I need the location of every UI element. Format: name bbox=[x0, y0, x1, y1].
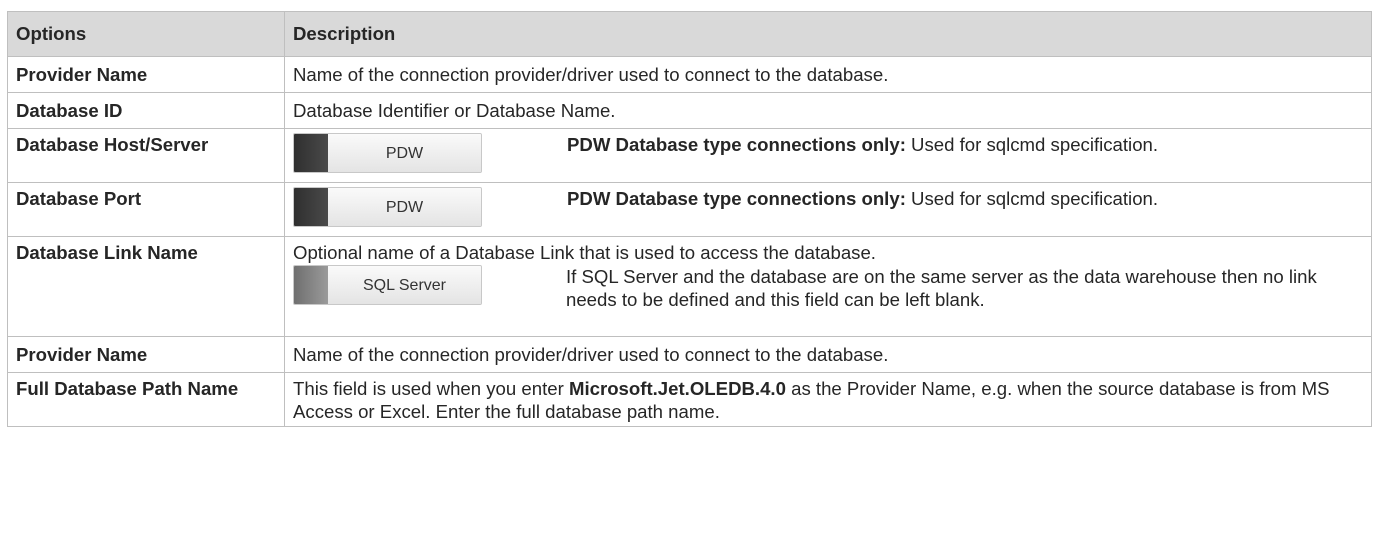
description-text: Used for sqlcmd specification. bbox=[905, 188, 1159, 209]
option-description: Name of the connection provider/driver u… bbox=[284, 336, 1372, 373]
pdw-badge: PDW bbox=[293, 133, 482, 173]
badge-label: SQL Server bbox=[328, 266, 481, 304]
description-text: Used for sqlcmd specification. bbox=[905, 134, 1159, 155]
badge-label: PDW bbox=[328, 134, 481, 172]
badge-bar-icon bbox=[294, 266, 328, 304]
option-name: Database Port bbox=[7, 182, 285, 237]
table-row: Provider Name Name of the connection pro… bbox=[7, 56, 1372, 93]
bold-lead: PDW Database type connections only: bbox=[567, 134, 906, 155]
table-header-row: Options Description bbox=[7, 11, 1372, 57]
option-description: PDW Database type connections only: Used… bbox=[567, 187, 1158, 210]
sql-server-badge: SQL Server bbox=[293, 265, 482, 305]
option-description: This field is used when you enter Micros… bbox=[284, 372, 1372, 427]
option-name: Database Link Name bbox=[7, 236, 285, 337]
table-row: Database Host/Server PDW PDW Database ty… bbox=[7, 128, 1372, 183]
options-table: Options Description Provider Name Name o… bbox=[7, 11, 1372, 427]
option-description: PDW Database type connections only: Used… bbox=[567, 133, 1158, 156]
option-description: Database Identifier or Database Name. bbox=[284, 92, 1372, 129]
header-description: Description bbox=[284, 11, 1372, 57]
description-text: This field is used when you enter bbox=[293, 378, 569, 399]
badge-bar-icon bbox=[294, 134, 328, 172]
table-row: Database ID Database Identifier or Datab… bbox=[7, 92, 1372, 129]
intro-text: Optional name of a Database Link that is… bbox=[293, 242, 876, 263]
option-name: Full Database Path Name bbox=[7, 372, 285, 427]
option-name: Database Host/Server bbox=[7, 128, 285, 183]
option-name: Provider Name bbox=[7, 56, 285, 93]
option-name: Provider Name bbox=[7, 336, 285, 373]
table-row: Database Link Name Optional name of a Da… bbox=[7, 236, 1372, 337]
option-name: Database ID bbox=[7, 92, 285, 129]
provider-code: Microsoft.Jet.OLEDB.4.0 bbox=[568, 378, 786, 399]
header-options: Options bbox=[7, 11, 285, 57]
sql-server-note: SQL Server If SQL Server and the databas… bbox=[293, 265, 1371, 311]
option-description: Name of the connection provider/driver u… bbox=[284, 56, 1372, 93]
pdw-badge: PDW bbox=[293, 187, 482, 227]
pdw-note: PDW PDW Database type connections only: … bbox=[293, 133, 1371, 173]
pdw-note: PDW PDW Database type connections only: … bbox=[293, 187, 1371, 227]
badge-label: PDW bbox=[328, 188, 481, 226]
option-description: If SQL Server and the database are on th… bbox=[566, 266, 1317, 310]
table-row: Full Database Path Name This field is us… bbox=[7, 372, 1372, 427]
badge-bar-icon bbox=[294, 188, 328, 226]
table-row: Database Port PDW PDW Database type conn… bbox=[7, 182, 1372, 237]
bold-lead: PDW Database type connections only: bbox=[567, 188, 906, 209]
table-row: Provider Name Name of the connection pro… bbox=[7, 336, 1372, 373]
